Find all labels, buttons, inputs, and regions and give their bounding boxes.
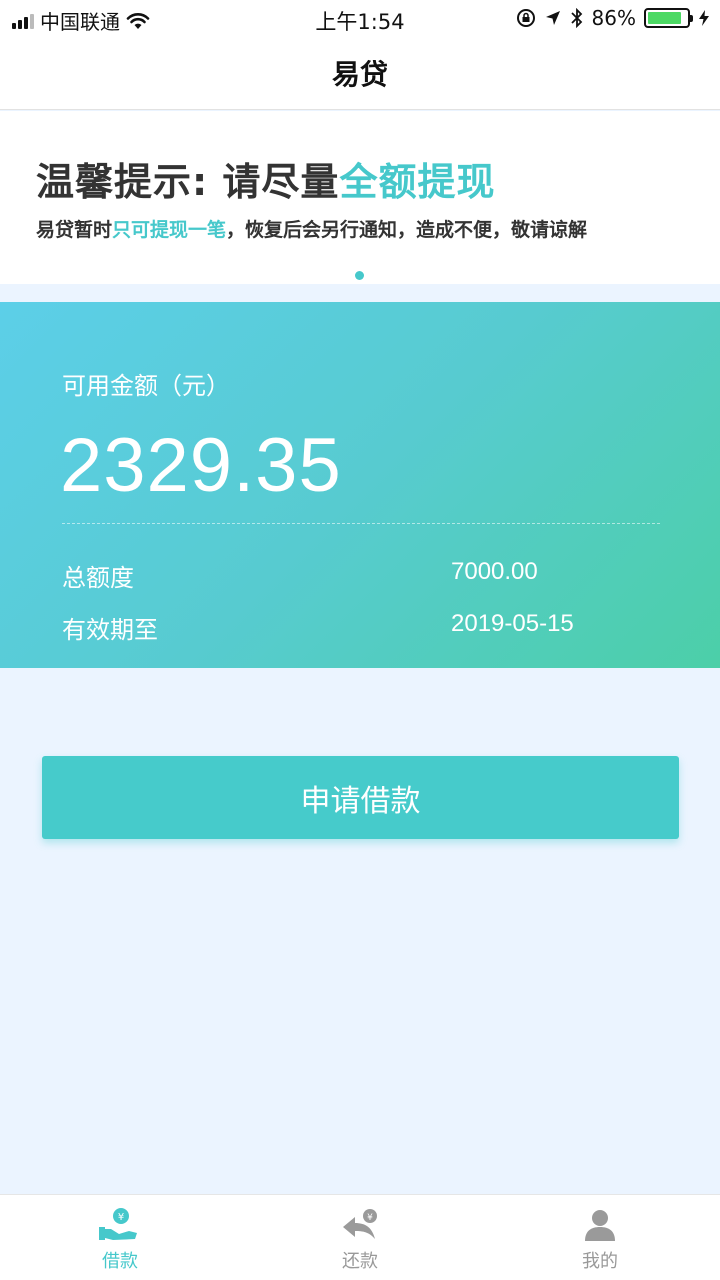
expiry-label: 有效期至 [62, 616, 158, 644]
available-amount-label: 可用金额（元） [62, 372, 230, 400]
total-limit-label: 总额度 [62, 564, 134, 592]
expiry-value: 2019-05-15 [451, 610, 574, 637]
page-title: 易贷 [331, 57, 388, 91]
battery-icon [644, 8, 693, 28]
banner-sub-suffix: ，恢复后会另行通知，造成不便，敬请谅解 [226, 219, 588, 241]
status-bar: 中国联通 上午1:54 86% [0, 0, 720, 36]
available-amount: 2329.35 [60, 423, 342, 508]
svg-text:¥: ¥ [367, 1213, 373, 1223]
tab-repay-label: 还款 [342, 1251, 378, 1272]
banner-subtext: 易贷暂时只可提现一笔，恢复后会另行通知，造成不便，敬请谅解 [36, 215, 587, 242]
repay-icon: ¥ [343, 1209, 377, 1239]
battery-fill [648, 12, 681, 24]
banner-headline: 温馨提示: 请尽量全额提现 [36, 151, 495, 206]
apply-loan-button[interactable]: 申请借款 [42, 756, 679, 839]
location-icon [545, 11, 560, 25]
battery-percent: 86% [591, 6, 636, 30]
svg-text:¥: ¥ [118, 1212, 124, 1223]
banner-sub-prefix: 易贷暂时 [36, 219, 113, 241]
tab-profile[interactable]: 我的 [480, 1195, 720, 1280]
total-limit-value: 7000.00 [451, 558, 538, 585]
nav-bar: 易贷 [0, 36, 720, 110]
tab-borrow[interactable]: ¥ 借款 [0, 1195, 240, 1280]
banner-headline-prefix: 温馨提示: 请尽量 [36, 160, 340, 204]
tab-profile-label: 我的 [582, 1251, 618, 1272]
carousel-indicator [355, 271, 364, 280]
bluetooth-icon [570, 8, 582, 28]
banner-headline-highlight: 全额提现 [339, 160, 496, 204]
banner-sub-highlight: 只可提现一笔 [112, 219, 227, 241]
rotation-lock-icon [516, 9, 535, 27]
borrow-icon: ¥ [99, 1208, 137, 1240]
profile-icon [585, 1210, 615, 1241]
status-right: 86% [516, 6, 710, 30]
tab-repay[interactable]: ¥ 还款 [240, 1195, 480, 1280]
notice-banner[interactable]: 温馨提示: 请尽量全额提现 易贷暂时只可提现一笔，恢复后会另行通知，造成不便，敬… [0, 111, 720, 284]
tab-bar: ¥ 借款 ¥ 还款 我的 [0, 1194, 720, 1280]
credit-card: 可用金额（元） 2329.35 总额度 7000.00 有效期至 2019-05… [0, 302, 720, 668]
card-divider [62, 523, 660, 524]
charging-icon [699, 10, 709, 26]
tab-borrow-label: 借款 [102, 1251, 138, 1272]
